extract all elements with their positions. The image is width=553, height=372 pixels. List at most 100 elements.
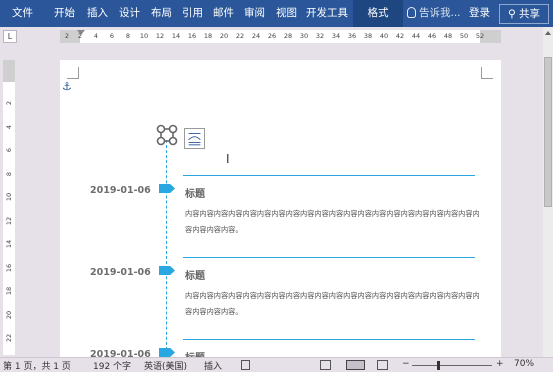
ruler-tick-label: 16 <box>187 32 197 40</box>
tab-references[interactable]: 引用 <box>182 0 203 27</box>
vertical-scrollbar[interactable] <box>543 27 553 357</box>
entry-title[interactable]: 标题 <box>185 185 205 200</box>
ruler-tick-label: 4 <box>93 32 99 40</box>
ruler-tick-label: 14 <box>171 32 181 40</box>
web-layout-icon[interactable] <box>377 360 388 370</box>
entry-date: 2019-01-06 <box>90 185 151 196</box>
ruler-tick-label: 12 <box>5 216 13 225</box>
entry-body[interactable]: 内容内容内容内容内容内容内容内容内容内容内容内容内容内容内容内容内容内容内容内容… <box>185 288 480 320</box>
ruler-tick-label: 22 <box>235 32 245 40</box>
login-link[interactable]: 登录 <box>469 0 490 27</box>
crop-mark-top-left <box>67 67 79 79</box>
ruler-tick-label: 8 <box>5 171 13 176</box>
ruler-tick-label: 18 <box>203 32 213 40</box>
ruler-tick-label: 42 <box>395 32 405 40</box>
ruler-tick-label: 2 <box>77 32 83 40</box>
rotate-handle-icon[interactable] <box>156 124 178 146</box>
word-count[interactable]: 192 个字 <box>93 359 131 372</box>
ruler-tick-label: 28 <box>283 32 293 40</box>
timeline-marker-icon <box>159 266 175 275</box>
zoom-in-button[interactable]: + <box>496 359 504 369</box>
layout-options-icon[interactable] <box>184 128 205 149</box>
share-button[interactable]: ⚲ 共享 <box>499 4 549 24</box>
ruler-tick-label: 2 <box>5 100 13 106</box>
anchor-icon: ⚓ <box>62 80 72 93</box>
ruler-tick-label: 52 <box>475 32 485 40</box>
document-page[interactable]: ⚓ I 2019-01-06 标题 内容内容内容内容内容内容内容内容内容内容内容… <box>60 60 501 357</box>
tab-selector-button[interactable]: L <box>3 30 17 43</box>
ruler-tick-label: 40 <box>379 32 389 40</box>
scroll-up-icon[interactable] <box>545 31 551 35</box>
scroll-thumb[interactable] <box>544 57 552 207</box>
ruler-tick-label: 16 <box>5 263 13 272</box>
ruler-tick-label: 10 <box>5 192 13 202</box>
horizontal-ruler[interactable]: 2 2 4 6 8 10 12 14 16 18 20 22 24 26 28 30 32 34 36 38 40 42 4… <box>60 30 501 43</box>
ruler-tick-label: 46 <box>427 32 437 40</box>
tab-file[interactable]: 文件 <box>12 0 33 27</box>
status-bar: 第 1 页，共 1 页 192 个字 英语(美国) 插入 − + 70% <box>0 357 553 372</box>
entry-divider <box>183 339 475 340</box>
ruler-tick-label: 18 <box>5 286 13 296</box>
ruler-row: L 2 2 4 6 8 10 12 14 16 18 20 22 24 26 28 30 32 34 36 38 40 4… <box>0 27 553 46</box>
tab-home[interactable]: 开始 <box>54 0 75 27</box>
entry-date: 2019-01-06 <box>90 349 151 357</box>
ruler-tick-label: 8 <box>125 32 131 40</box>
text-cursor-icon: I <box>226 152 230 166</box>
ruler-tick-label: 38 <box>363 32 373 40</box>
tab-format[interactable]: 格式 <box>353 0 403 27</box>
entry-title[interactable]: 标题 <box>185 349 205 357</box>
timeline-marker-icon <box>159 348 175 357</box>
ruler-tick-label: 50 <box>459 32 469 40</box>
entry-body[interactable]: 内容内容内容内容内容内容内容内容内容内容内容内容内容内容内容内容内容内容内容内容… <box>185 206 480 238</box>
ruler-tick-label: 32 <box>315 32 325 40</box>
share-label: 共享 <box>519 8 541 20</box>
ruler-tick-label: 48 <box>443 32 453 40</box>
tab-review[interactable]: 审阅 <box>244 0 265 27</box>
entry-divider <box>183 257 475 258</box>
tell-me-text: 告诉我... <box>419 7 461 19</box>
ruler-tick-label: 2 <box>64 32 70 40</box>
entry-date: 2019-01-06 <box>90 267 151 278</box>
tab-design[interactable]: 设计 <box>119 0 140 27</box>
ruler-tick-label: 12 <box>155 32 165 40</box>
crop-mark-top-right <box>481 67 493 79</box>
macro-record-icon[interactable] <box>241 360 250 370</box>
ruler-tick-label: 6 <box>5 147 13 153</box>
ruler-tick-label: 22 <box>5 333 13 343</box>
tab-layout[interactable]: 布局 <box>151 0 172 27</box>
entry-title[interactable]: 标题 <box>185 267 205 282</box>
timeline-marker-icon <box>159 184 175 193</box>
read-mode-icon[interactable] <box>320 360 331 370</box>
ruler-tick-label: 44 <box>411 32 421 40</box>
tab-developer[interactable]: 开发工具 <box>306 0 348 27</box>
tab-mailings[interactable]: 邮件 <box>213 0 234 27</box>
ruler-tick-label: 14 <box>5 239 13 249</box>
zoom-level[interactable]: 70% <box>514 359 534 369</box>
ruler-tick-label: 20 <box>5 310 13 319</box>
person-icon: ⚲ <box>507 8 516 20</box>
top-margin-area <box>3 60 15 82</box>
language-indicator[interactable]: 英语(美国) <box>144 359 187 372</box>
zoom-slider-thumb[interactable] <box>437 361 440 370</box>
tab-insert[interactable]: 插入 <box>87 0 108 27</box>
ruler-tick-label: 24 <box>251 32 261 40</box>
ruler-tick-label: 20 <box>219 32 229 40</box>
ribbon-tab-bar: 文件 开始 插入 设计 布局 引用 邮件 审阅 视图 开发工具 格式 告诉我..… <box>0 0 553 27</box>
tell-me-box[interactable]: 告诉我... <box>407 0 461 27</box>
ruler-tick-label: 34 <box>331 32 341 40</box>
zoom-out-button[interactable]: − <box>402 359 410 369</box>
print-layout-icon[interactable] <box>346 360 365 370</box>
zoom-slider[interactable] <box>412 365 492 366</box>
ruler-tick-label: 26 <box>267 32 277 40</box>
ruler-tick-label: 6 <box>109 32 115 40</box>
lightbulb-icon <box>407 7 416 18</box>
ruler-tick-label: 36 <box>347 32 357 40</box>
ruler-tick-label: 30 <box>299 32 309 40</box>
timeline-line <box>166 140 167 357</box>
page-count[interactable]: 第 1 页，共 1 页 <box>3 359 71 372</box>
tab-view[interactable]: 视图 <box>276 0 297 27</box>
vertical-ruler[interactable]: 2 4 6 8 10 12 14 16 18 20 22 <box>3 60 15 355</box>
insert-mode[interactable]: 插入 <box>204 359 222 372</box>
entry-divider <box>183 175 475 176</box>
ruler-tick-label: 10 <box>139 32 149 40</box>
